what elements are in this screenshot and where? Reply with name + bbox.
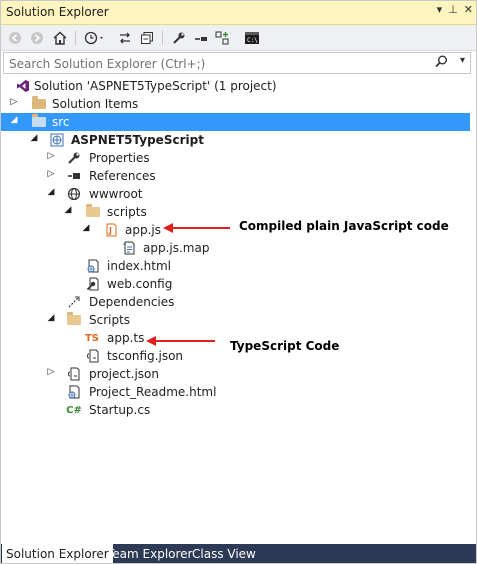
search-input[interactable]	[7, 54, 441, 73]
wwwroot-label: wwwroot	[89, 187, 143, 201]
collapse-arrow-icon[interactable]: ◢	[9, 115, 19, 125]
tab-class-view[interactable]: Class View	[188, 544, 260, 564]
tree-item-startup[interactable]: C# Startup.cs	[0, 401, 470, 419]
toolbar-separator	[75, 31, 76, 45]
wrench-icon	[66, 150, 82, 166]
json-file-icon	[66, 366, 82, 382]
title-bar: Solution Explorer ▾ ⊥ ✕	[0, 0, 477, 25]
preview-icon[interactable]	[213, 29, 231, 46]
tab-solution-explorer[interactable]: Solution Explorer	[2, 544, 113, 564]
scripts-upper-label: Scripts	[89, 313, 131, 327]
visual-studio-solution-icon	[15, 78, 31, 94]
collapse-arrow-icon[interactable]: ◢	[29, 133, 39, 143]
javascript-file-icon	[103, 222, 119, 238]
open-folder-icon	[31, 114, 47, 130]
startup-label: Startup.cs	[89, 403, 151, 417]
sync-icon[interactable]	[116, 29, 134, 46]
map-file-icon	[121, 240, 137, 256]
readme-label: Project_Readme.html	[89, 385, 217, 399]
app-ts-label: app.ts	[107, 331, 145, 345]
tree-item-solution[interactable]: Solution 'ASPNET5TypeScript' (1 project)	[0, 77, 470, 95]
tree-item-wwwroot[interactable]: ◢ wwwroot	[0, 185, 470, 203]
search-box[interactable]: ▾	[3, 52, 471, 74]
svg-text:C:\: C:\	[247, 37, 258, 44]
forward-icon[interactable]	[28, 29, 46, 46]
search-options-dropdown-icon[interactable]: ▾	[460, 55, 465, 66]
json-file-icon	[85, 348, 101, 364]
solution-label: Solution 'ASPNET5TypeScript' (1 project)	[34, 79, 277, 93]
collapse-arrow-icon[interactable]: ◢	[46, 313, 56, 323]
properties-icon[interactable]	[170, 29, 188, 46]
window-title: Solution Explorer	[6, 5, 109, 19]
tree-item-web-config[interactable]: web.config	[0, 275, 470, 293]
folder-icon	[31, 96, 47, 112]
expand-arrow-icon[interactable]: ▷	[9, 97, 19, 107]
open-folder-icon	[66, 312, 82, 328]
html-file-icon	[85, 258, 101, 274]
solution-tree: Solution 'ASPNET5TypeScript' (1 project)…	[0, 77, 477, 542]
tree-item-solution-items[interactable]: ▷ Solution Items	[0, 95, 470, 113]
tree-item-project[interactable]: ◢ ASPNET5TypeScript	[0, 131, 470, 149]
history-icon[interactable]	[83, 29, 107, 46]
search-icon[interactable]	[435, 55, 448, 71]
toolbar: C:\	[0, 25, 477, 51]
toolbar-separator	[162, 31, 163, 45]
expand-arrow-icon[interactable]: ▷	[46, 169, 56, 179]
csharp-file-icon: C#	[66, 404, 82, 416]
annotation-arrow-line	[155, 340, 215, 342]
open-folder-icon	[85, 204, 101, 220]
bottom-tab-bar: Solution Explorer Team Explorer Class Vi…	[0, 544, 477, 564]
tree-item-app-js-map[interactable]: app.js.map	[0, 239, 470, 257]
collapse-icon[interactable]	[138, 29, 156, 46]
web-config-label: web.config	[107, 277, 173, 291]
annotation-typescript: TypeScript Code	[230, 339, 340, 353]
pin-icon[interactable]: ⊥	[448, 3, 458, 16]
terminal-icon[interactable]: C:\	[243, 29, 261, 46]
title-bar-icons: ▾ ⊥ ✕	[437, 3, 473, 16]
tree-item-dependencies[interactable]: Dependencies	[0, 293, 470, 311]
pending-changes-icon[interactable]	[192, 29, 210, 46]
back-icon[interactable]	[6, 29, 24, 46]
config-file-icon	[85, 276, 101, 292]
tab-team-explorer[interactable]: Team Explorer	[103, 544, 197, 564]
typescript-file-icon: TS	[84, 332, 100, 344]
tree-item-properties[interactable]: ▷ Properties	[0, 149, 470, 167]
tree-item-project-json[interactable]: ▷ project.json	[0, 365, 470, 383]
html-file-icon	[66, 384, 82, 400]
close-icon[interactable]: ✕	[464, 3, 473, 16]
scripts-lower-label: scripts	[107, 205, 147, 219]
dropdown-icon[interactable]: ▾	[437, 3, 443, 16]
collapse-arrow-icon[interactable]: ◢	[81, 223, 91, 233]
index-html-label: index.html	[107, 259, 171, 273]
expand-arrow-icon[interactable]: ▷	[46, 367, 56, 377]
app-js-label: app.js	[125, 223, 161, 237]
references-icon	[66, 168, 82, 184]
tree-item-src[interactable]: ◢ src	[0, 113, 470, 131]
src-label: src	[52, 115, 70, 129]
home-icon[interactable]	[51, 29, 69, 46]
tree-item-readme[interactable]: Project_Readme.html	[0, 383, 470, 401]
globe-icon	[66, 186, 82, 202]
solution-items-label: Solution Items	[52, 97, 139, 111]
web-project-icon	[49, 132, 65, 148]
collapse-arrow-icon[interactable]: ◢	[63, 205, 73, 215]
project-json-label: project.json	[89, 367, 159, 381]
collapse-arrow-icon[interactable]: ◢	[46, 187, 56, 197]
annotation-arrow-line	[172, 227, 230, 229]
annotation-compiled: Compiled plain JavaScript code	[239, 219, 449, 233]
dependencies-icon	[66, 294, 82, 310]
properties-label: Properties	[89, 151, 150, 165]
tree-item-index-html[interactable]: index.html	[0, 257, 470, 275]
app-js-map-label: app.js.map	[143, 241, 210, 255]
references-label: References	[89, 169, 156, 183]
expand-arrow-icon[interactable]: ▷	[46, 151, 56, 161]
tsconfig-label: tsconfig.json	[107, 349, 184, 363]
project-label: ASPNET5TypeScript	[71, 133, 204, 147]
tree-item-scripts-upper[interactable]: ◢ Scripts	[0, 311, 470, 329]
dependencies-label: Dependencies	[89, 295, 175, 309]
tree-item-references[interactable]: ▷ References	[0, 167, 470, 185]
